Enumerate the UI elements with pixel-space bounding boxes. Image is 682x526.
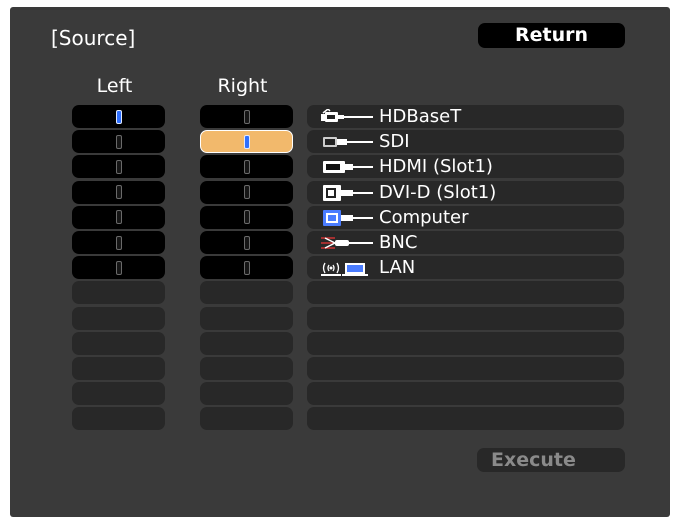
right-toggle-cell: [200, 382, 293, 406]
vga-cable-icon: [323, 209, 373, 226]
right-toggle-icon: [243, 109, 250, 124]
source-row[interactable]: BNC: [307, 231, 624, 254]
source-label: BNC: [379, 232, 418, 253]
right-toggle-cell[interactable]: [200, 155, 293, 179]
page-title: [Source]: [51, 26, 136, 50]
empty-source-row: [307, 281, 624, 305]
right-toggle-cell: [200, 306, 293, 330]
right-toggle-icon: [243, 134, 250, 149]
wireless-lan-icon: [321, 262, 369, 277]
left-toggle-cell[interactable]: [72, 180, 165, 204]
left-toggle-cell[interactable]: [72, 105, 165, 128]
source-row[interactable]: Computer: [307, 205, 624, 229]
left-toggle-cell[interactable]: [72, 130, 165, 154]
empty-source-row: [307, 407, 624, 431]
dvi-cable-icon: [323, 184, 373, 201]
left-toggle-cell: [72, 407, 165, 431]
source-row[interactable]: DVI-D (Slot1): [307, 180, 624, 204]
left-toggle-icon: [115, 260, 122, 275]
left-toggle-cell[interactable]: [72, 231, 165, 254]
source-row[interactable]: HDMI (Slot1): [307, 155, 624, 179]
source-label: LAN: [379, 257, 416, 279]
hdmi-cable-icon: [323, 161, 373, 174]
right-toggle-cell: [200, 357, 293, 380]
right-toggle-icon: [243, 159, 250, 174]
left-toggle-cell[interactable]: [72, 256, 165, 280]
return-button[interactable]: Return: [478, 23, 625, 48]
right-toggle-cell[interactable]: [200, 130, 293, 154]
left-column-heading: Left: [96, 75, 133, 97]
left-toggle-icon: [115, 134, 122, 149]
right-toggle-cell[interactable]: [200, 180, 293, 204]
source-row[interactable]: HDBaseT: [307, 105, 624, 128]
bnc-cable-icon: [321, 237, 373, 249]
left-toggle-icon: [115, 185, 122, 200]
left-toggle-icon: [115, 235, 122, 250]
empty-source-row: [307, 306, 624, 330]
right-toggle-cell: [200, 407, 293, 431]
left-toggle-icon: [115, 210, 122, 225]
left-toggle-cell[interactable]: [72, 205, 165, 229]
left-toggle-cell[interactable]: [72, 155, 165, 179]
left-toggle-cell: [72, 331, 165, 355]
sdi-cable-icon: [323, 137, 373, 148]
right-toggle-icon: [243, 210, 250, 225]
left-toggle-icon: [115, 109, 122, 124]
right-toggle-icon: [243, 185, 250, 200]
source-row[interactable]: SDI: [307, 130, 624, 154]
left-toggle-cell: [72, 306, 165, 330]
empty-source-row: [307, 331, 624, 355]
source-label: Computer: [379, 206, 469, 228]
source-label: DVI-D (Slot1): [379, 181, 497, 203]
hdbaset-cable-icon: [321, 109, 373, 123]
source-label: SDI: [379, 131, 410, 153]
right-column-heading: Right: [217, 75, 268, 97]
right-toggle-cell[interactable]: [200, 105, 293, 128]
right-toggle-cell[interactable]: [200, 231, 293, 254]
right-toggle-icon: [243, 260, 250, 275]
right-toggle-cell[interactable]: [200, 205, 293, 229]
execute-button[interactable]: Execute: [477, 448, 625, 472]
left-toggle-icon: [115, 159, 122, 174]
right-toggle-cell: [200, 281, 293, 305]
source-label: HDMI (Slot1): [379, 156, 493, 178]
right-toggle-cell: [200, 331, 293, 355]
left-toggle-cell: [72, 357, 165, 380]
source-label: HDBaseT: [379, 106, 462, 127]
right-toggle-cell[interactable]: [200, 256, 293, 280]
source-row[interactable]: LAN: [307, 256, 624, 280]
left-toggle-cell: [72, 281, 165, 305]
left-toggle-cell: [72, 382, 165, 406]
right-toggle-icon: [243, 235, 250, 250]
empty-source-row: [307, 357, 624, 380]
empty-source-row: [307, 382, 624, 406]
